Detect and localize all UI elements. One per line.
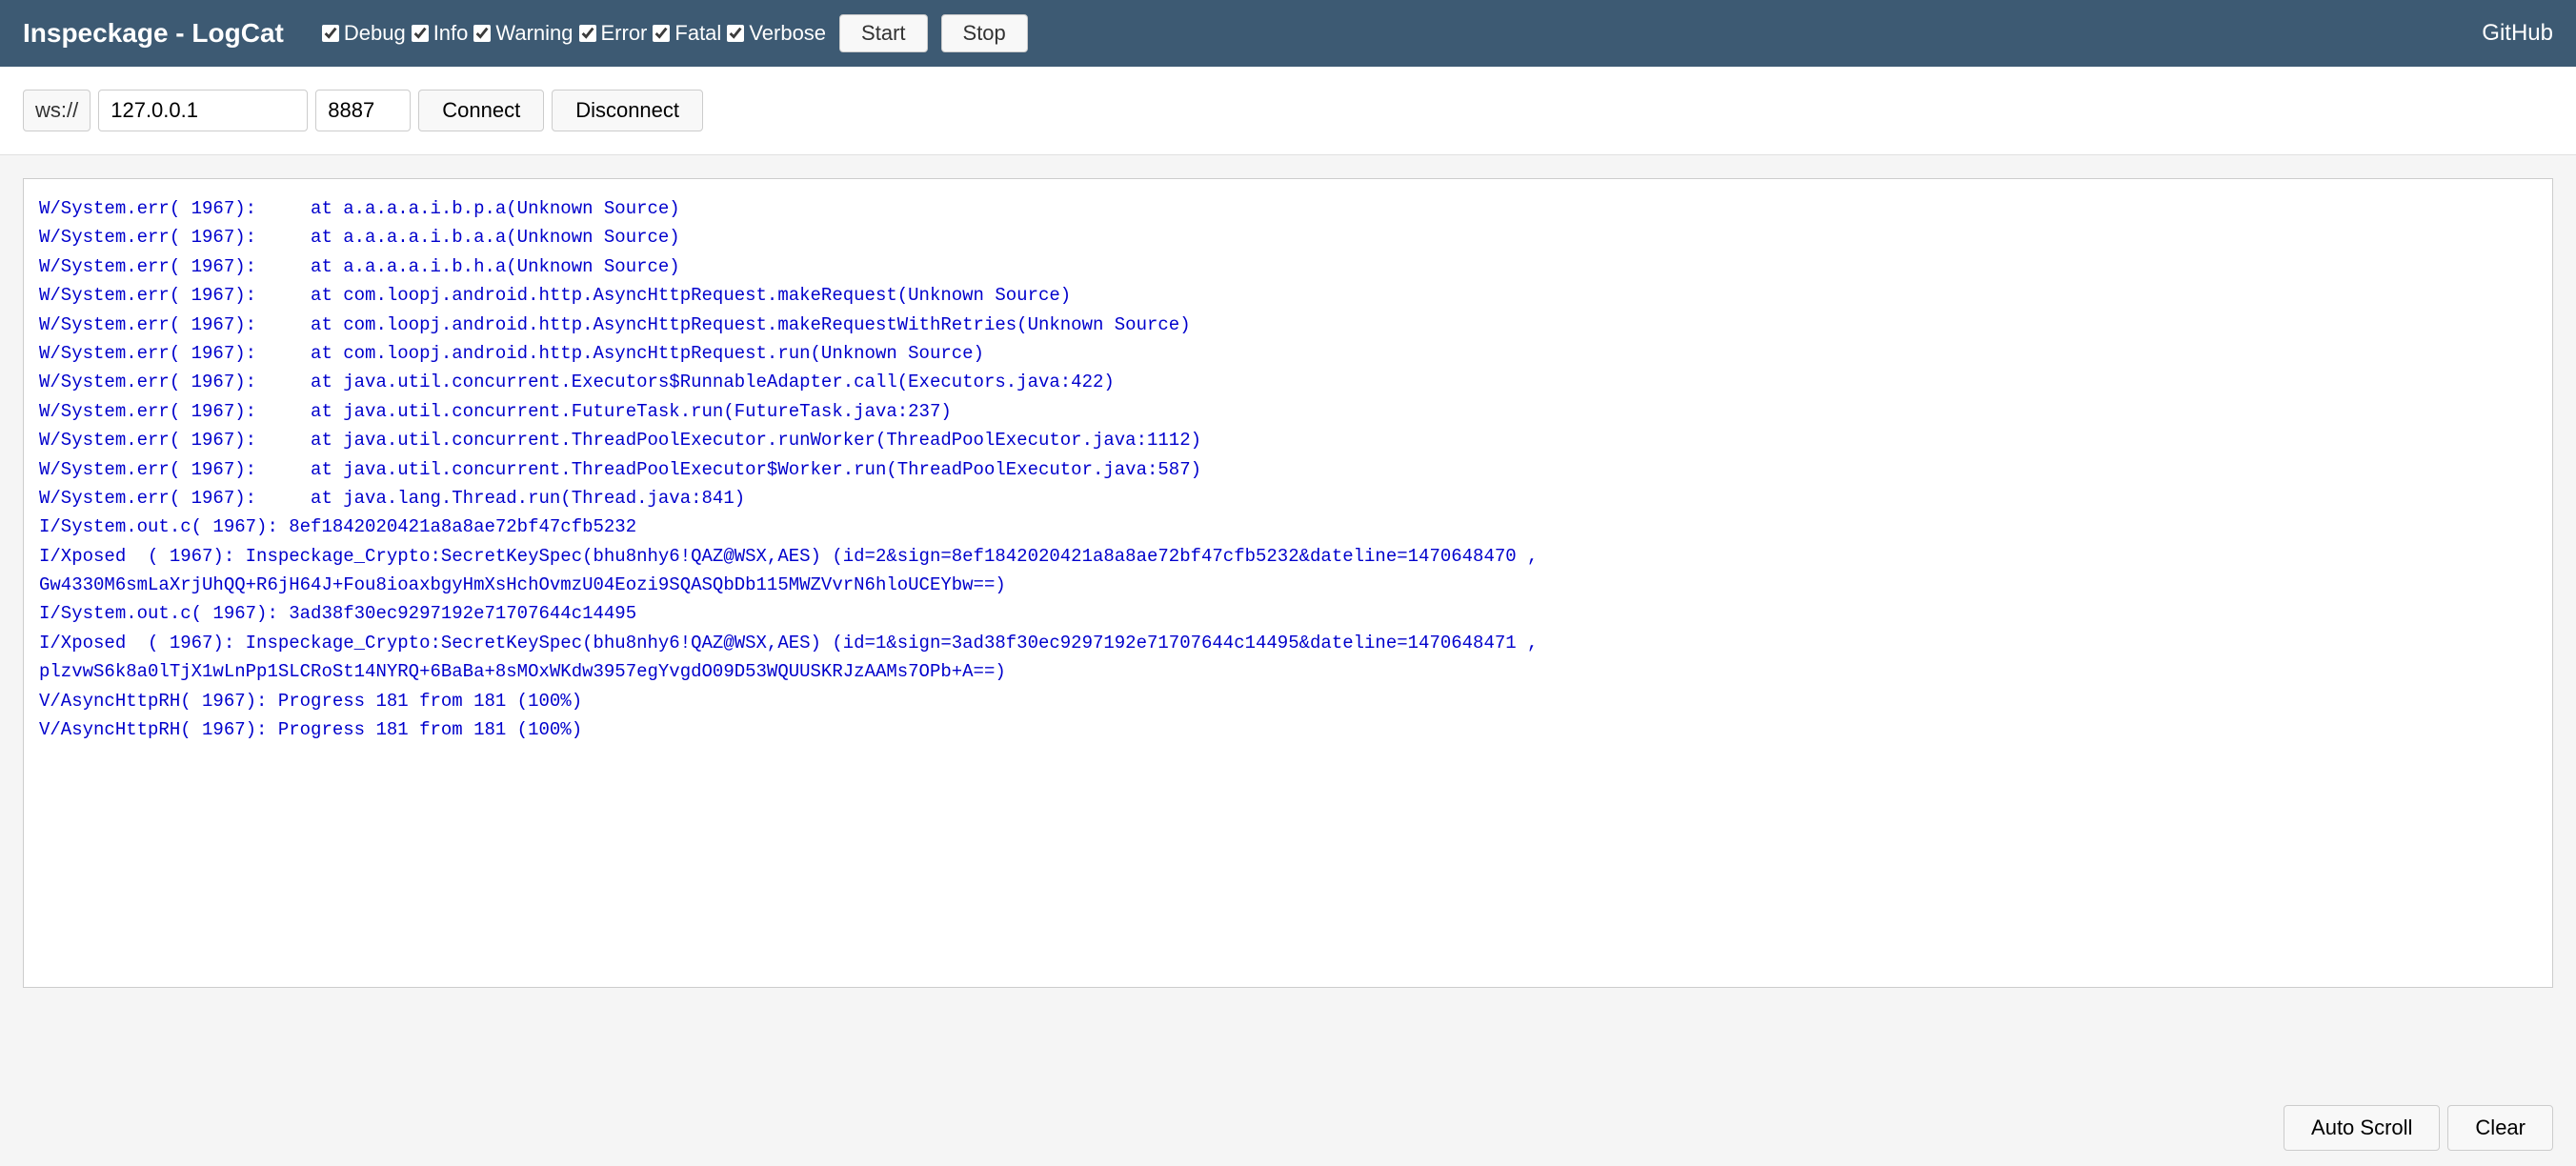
log-line: W/System.err( 1967): at java.util.concur… [39, 397, 2537, 426]
filter-warning[interactable]: Warning [473, 21, 573, 46]
log-line: W/System.err( 1967): at a.a.a.a.i.b.p.a(… [39, 194, 2537, 223]
bottom-toolbar: Auto Scroll Clear [2261, 1090, 2576, 1166]
log-line: I/Xposed ( 1967): Inspeckage_Crypto:Secr… [39, 542, 2537, 600]
filter-label-warning: Warning [495, 21, 573, 46]
filter-checkbox-warning[interactable] [473, 25, 491, 42]
filter-label-debug: Debug [344, 21, 406, 46]
port-input[interactable] [315, 90, 411, 131]
filter-fatal[interactable]: Fatal [653, 21, 721, 46]
filter-group: Debug Info Warning Error Fatal Verbose Start St… [322, 14, 2482, 52]
start-button[interactable]: Start [839, 14, 927, 52]
filter-checkbox-debug[interactable] [322, 25, 339, 42]
disconnect-button[interactable]: Disconnect [552, 90, 703, 131]
filter-info[interactable]: Info [412, 21, 469, 46]
log-line: W/System.err( 1967): at a.a.a.a.i.b.h.a(… [39, 252, 2537, 281]
filter-verbose[interactable]: Verbose [727, 21, 826, 46]
log-line: W/System.err( 1967): at java.util.concur… [39, 455, 2537, 484]
connect-button[interactable]: Connect [418, 90, 544, 131]
auto-scroll-button[interactable]: Auto Scroll [2284, 1105, 2440, 1151]
github-link[interactable]: GitHub [2482, 20, 2553, 47]
filter-checkbox-error[interactable] [579, 25, 596, 42]
log-line: W/System.err( 1967): at com.loopj.androi… [39, 339, 2537, 368]
connection-bar: ws:// Connect Disconnect [0, 67, 2576, 155]
clear-button[interactable]: Clear [2447, 1105, 2553, 1151]
log-line: V/AsyncHttpRH( 1967): Progress 181 from … [39, 687, 2537, 715]
app-title: Inspeckage - LogCat [23, 18, 284, 49]
filter-label-info: Info [433, 21, 469, 46]
log-line: W/System.err( 1967): at com.loopj.androi… [39, 281, 2537, 310]
log-line: W/System.err( 1967): at java.util.concur… [39, 368, 2537, 396]
filter-checkbox-fatal[interactable] [653, 25, 670, 42]
ip-input[interactable] [98, 90, 308, 131]
log-line: I/Xposed ( 1967): Inspeckage_Crypto:Secr… [39, 629, 2537, 687]
ws-label: ws:// [23, 90, 91, 131]
filter-label-error: Error [601, 21, 648, 46]
filter-label-fatal: Fatal [674, 21, 721, 46]
log-line: W/System.err( 1967): at com.loopj.androi… [39, 311, 2537, 339]
log-line: V/AsyncHttpRH( 1967): Progress 181 from … [39, 715, 2537, 744]
navbar: Inspeckage - LogCat Debug Info Warning Erro… [0, 0, 2576, 67]
filter-checkbox-info[interactable] [412, 25, 429, 42]
filter-checkbox-verbose[interactable] [727, 25, 744, 42]
log-line: I/System.out.c( 1967): 8ef1842020421a8a8… [39, 513, 2537, 541]
log-output: W/System.err( 1967): at a.a.a.a.i.b.p.a(… [23, 178, 2553, 988]
filter-debug[interactable]: Debug [322, 21, 406, 46]
stop-button[interactable]: Stop [941, 14, 1028, 52]
log-line: W/System.err( 1967): at java.util.concur… [39, 426, 2537, 454]
filter-label-verbose: Verbose [749, 21, 826, 46]
filter-error[interactable]: Error [579, 21, 648, 46]
log-line: W/System.err( 1967): at a.a.a.a.i.b.a.a(… [39, 223, 2537, 251]
log-line: W/System.err( 1967): at java.lang.Thread… [39, 484, 2537, 513]
log-line: I/System.out.c( 1967): 3ad38f30ec9297192… [39, 599, 2537, 628]
